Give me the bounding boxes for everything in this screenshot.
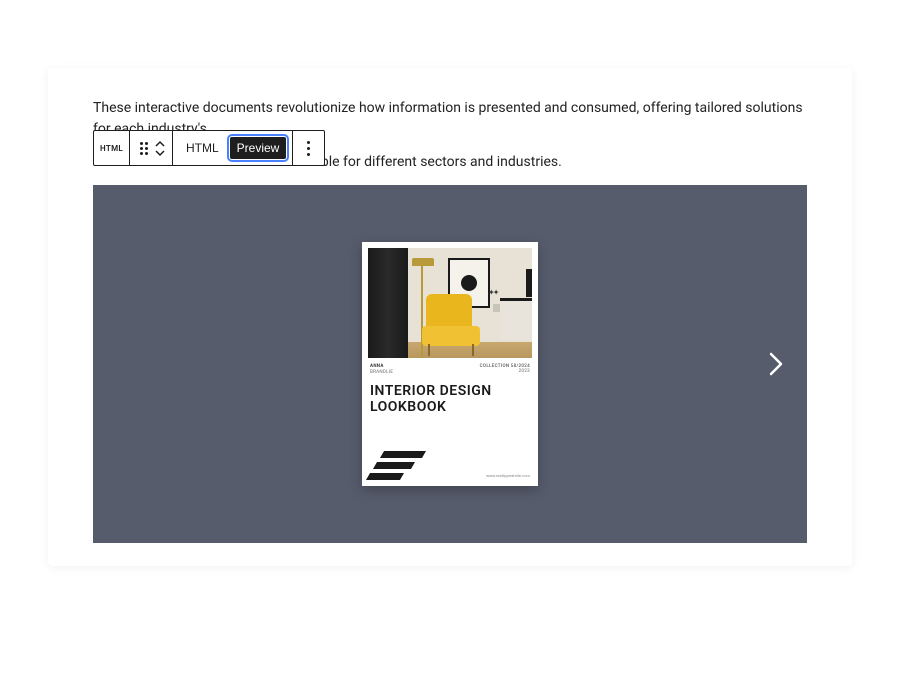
cover-meta-left: ANNA BRANDLIE xyxy=(370,364,393,375)
collection-year: 2023 xyxy=(480,369,530,374)
author-label: ANNA xyxy=(370,364,393,369)
lookbook-cover[interactable]: ANNA BRANDLIE COLLECTION 58/2024 2023 IN… xyxy=(362,242,538,486)
next-slide-button[interactable] xyxy=(763,351,789,377)
block-type-label: HTML xyxy=(100,144,123,153)
content-area: These interactive documents revolutioniz… xyxy=(48,68,852,566)
block-mover xyxy=(154,140,166,157)
diagonal-pattern xyxy=(368,451,424,480)
wardrobe-graphic xyxy=(368,248,408,358)
block-mover-group xyxy=(130,131,173,165)
cover-title: INTERIOR DESIGN LOOKBOOK xyxy=(362,377,538,415)
chevron-right-icon xyxy=(763,351,789,377)
cover-meta-right: COLLECTION 58/2024 2023 xyxy=(480,364,530,375)
lamp-shade-graphic xyxy=(412,258,434,266)
title-line-1: INTERIOR DESIGN xyxy=(370,383,530,399)
chair-leg-graphic xyxy=(472,344,474,356)
block-type-group: HTML xyxy=(94,131,130,165)
drag-handle-icon[interactable] xyxy=(140,142,148,155)
tab-html[interactable]: HTML xyxy=(179,137,226,159)
more-options-button[interactable] xyxy=(299,141,318,156)
cover-meta-row: ANNA BRANDLIE COLLECTION 58/2024 2023 xyxy=(362,358,538,377)
chair-seat-graphic xyxy=(422,326,480,346)
editor-card: These interactive documents revolutioniz… xyxy=(48,68,852,566)
move-up-button[interactable] xyxy=(154,140,166,148)
cover-footer-url: www.reallygreatsite.com xyxy=(486,473,530,478)
author-value: BRANDLIE xyxy=(370,370,393,375)
block-toolbar: HTML HTML Preview xyxy=(93,130,325,166)
more-options-group xyxy=(293,131,324,165)
html-preview-frame: ANNA BRANDLIE COLLECTION 58/2024 2023 IN… xyxy=(93,185,807,543)
tab-preview[interactable]: Preview xyxy=(230,137,287,159)
tv-unit-graphic xyxy=(500,298,532,340)
view-tabs-group: HTML Preview xyxy=(173,131,293,165)
chair-leg-graphic xyxy=(428,344,430,356)
cover-photo xyxy=(368,248,532,358)
move-down-button[interactable] xyxy=(154,149,166,157)
title-line-2: LOOKBOOK xyxy=(370,399,530,415)
